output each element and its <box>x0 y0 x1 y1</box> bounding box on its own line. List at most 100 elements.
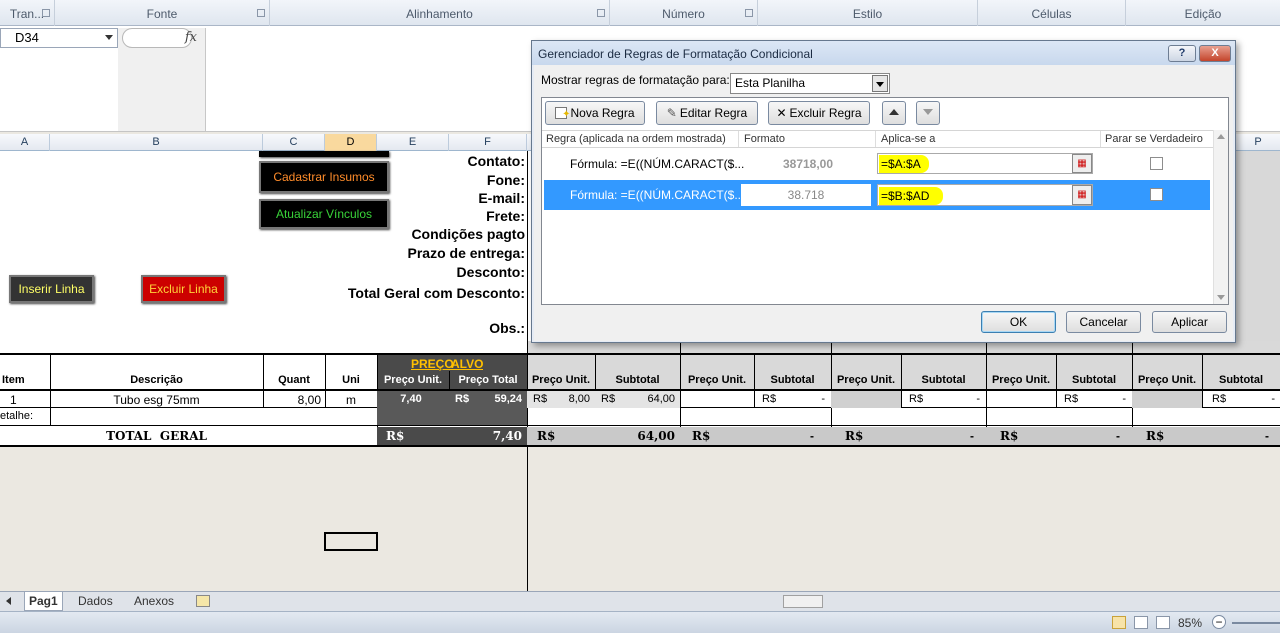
cell-s1-sub[interactable]: 64,00 <box>620 393 675 405</box>
rules-list-frame: ✦ Nova Regra ✎ Editar Regra ✕ Excluir Regra… <box>541 97 1229 305</box>
column-header-p[interactable]: P <box>1236 134 1280 151</box>
scroll-down-icon[interactable] <box>1217 295 1225 300</box>
zoom-slider[interactable] <box>1232 622 1280 624</box>
total-s3-value: - <box>970 429 974 443</box>
th-s1-sub: Subtotal <box>615 374 660 386</box>
show-rules-select[interactable]: Esta Planilha <box>730 73 890 94</box>
dialog-launcher-icon[interactable] <box>597 9 605 17</box>
ribbon-group-edicao: Edição <box>1126 0 1280 26</box>
range-picker-icon[interactable]: ▦ <box>1072 185 1092 205</box>
column-header-c[interactable]: C <box>263 134 325 151</box>
th-s3-sub: Subtotal <box>921 374 966 386</box>
column-header-d[interactable]: D <box>325 134 377 151</box>
alvo-label: ALVO <box>451 357 484 371</box>
edit-rule-label: Editar Regra <box>679 106 748 120</box>
insert-sheet-icon[interactable] <box>196 595 210 607</box>
applies-to-field[interactable]: =$A:$A <box>877 153 1093 174</box>
total-s3-currency: R$ <box>845 429 864 443</box>
name-box[interactable]: D34 <box>0 28 118 48</box>
total-s4-value: - <box>1116 429 1120 443</box>
range-picker-icon[interactable]: ▦ <box>1072 154 1092 173</box>
page-break-icon[interactable] <box>1156 616 1170 629</box>
dialog-launcher-icon[interactable] <box>42 9 50 17</box>
cell-uni[interactable]: m <box>325 393 377 407</box>
cell-s5-sub-currency: R$ <box>1212 393 1227 405</box>
ribbon: Tran... Fonte Alinhamento Número Estilo … <box>0 0 1280 26</box>
cell-item[interactable]: 1 <box>10 393 17 407</box>
new-rule-icon: ✦ <box>555 107 570 120</box>
tab-anexos[interactable]: Anexos <box>130 592 178 611</box>
move-up-button[interactable] <box>882 101 906 125</box>
ribbon-group-label: Fonte <box>146 7 178 21</box>
grid-line <box>901 353 902 408</box>
column-header-e[interactable]: E <box>377 134 449 151</box>
column-header-b[interactable]: B <box>50 134 263 151</box>
stop-if-true-checkbox[interactable] <box>1150 188 1163 201</box>
applies-to-field[interactable]: =$B:$AD <box>877 184 1093 206</box>
scroll-up-icon[interactable] <box>1217 134 1225 139</box>
cell-s5-sub[interactable]: - <box>1250 393 1275 405</box>
chevron-down-icon[interactable] <box>105 35 113 40</box>
ribbon-group-numero: Número <box>610 0 758 26</box>
header-parar: Parar se Verdadeiro <box>1105 133 1203 145</box>
cell-s4-sub[interactable]: - <box>1100 393 1126 405</box>
ribbon-group-label: Células <box>1031 7 1072 21</box>
page-layout-icon[interactable] <box>1134 616 1148 629</box>
tab-pag1[interactable]: Pag1 <box>24 592 63 611</box>
rule-formula: Fórmula: =E((NÚM.CARACT($... <box>570 188 745 202</box>
close-button[interactable]: X <box>1199 45 1231 62</box>
edit-rule-button[interactable]: ✎ Editar Regra <box>656 101 758 125</box>
cell-s3-sub[interactable]: - <box>955 393 980 405</box>
column-header-f[interactable]: F <box>449 134 527 151</box>
rules-scrollbar[interactable] <box>1213 130 1228 304</box>
total-s1-value: 64,00 <box>637 429 675 443</box>
tab-dados[interactable]: Dados <box>74 592 117 611</box>
cell-preco-unit[interactable]: 7,40 <box>377 393 445 405</box>
select-dropdown-button[interactable] <box>872 75 888 92</box>
horizontal-scrollbar[interactable] <box>783 595 823 608</box>
dialog-launcher-icon[interactable] <box>745 9 753 17</box>
formula-controls: fx <box>118 28 206 131</box>
zoom-level[interactable]: 85% <box>1178 616 1202 630</box>
new-rule-button[interactable]: ✦ Nova Regra <box>545 101 645 125</box>
rule-row-selected[interactable]: Fórmula: =E((NÚM.CARACT($... 38.718 =$B:… <box>544 180 1210 210</box>
atualizar-vinculos-button[interactable]: Atualizar Vínculos <box>259 199 389 229</box>
status-bar: 85% − <box>0 611 1280 633</box>
normal-view-icon[interactable] <box>1112 616 1126 629</box>
rule-row[interactable]: Fórmula: =E((NÚM.CARACT($... 38718,00 =$… <box>544 150 1210 178</box>
formula-expand-control[interactable] <box>122 28 192 48</box>
move-down-button[interactable] <box>916 101 940 125</box>
cell-preco-total[interactable]: 59,24 <box>470 393 522 405</box>
apply-button[interactable]: Aplicar <box>1152 311 1227 333</box>
alvo-row-bg <box>377 408 527 425</box>
column-header-a[interactable]: A <box>0 134 50 151</box>
inserir-linha-button[interactable]: Inserir Linha <box>9 275 94 303</box>
stop-if-true-checkbox[interactable] <box>1150 157 1163 170</box>
cadastrar-insumos-button[interactable]: Cadastrar Insumos <box>259 161 389 193</box>
delete-rule-button[interactable]: ✕ Excluir Regra <box>768 101 870 125</box>
cell-quant[interactable]: 8,00 <box>263 393 321 407</box>
label-desconto: Desconto: <box>456 264 525 280</box>
header-divider <box>1100 131 1101 147</box>
total-alvo-currency: R$ <box>386 429 405 443</box>
cell-s1-unit[interactable]: 8,00 <box>550 393 590 405</box>
cancel-button[interactable]: Cancelar <box>1066 311 1141 333</box>
zoom-out-icon[interactable]: − <box>1212 615 1226 629</box>
cell-s3-sub-currency: R$ <box>909 393 924 405</box>
active-cell[interactable] <box>324 532 378 551</box>
header-formato: Formato <box>744 133 785 145</box>
dialog-launcher-icon[interactable] <box>257 9 265 17</box>
excluir-linha-button[interactable]: Excluir Linha <box>141 275 226 303</box>
ribbon-group-transfer: Tran... <box>0 0 55 26</box>
cell-detalhe[interactable]: etalhe: <box>0 410 33 422</box>
cell-descricao[interactable]: Tubo esg 75mm <box>50 393 263 407</box>
help-button[interactable]: ? <box>1168 45 1196 62</box>
prev-sheet-icon[interactable] <box>6 597 11 605</box>
insert-function-icon[interactable]: fx <box>185 30 197 45</box>
grid-line <box>1056 353 1057 408</box>
new-rule-label: Nova Regra <box>570 106 635 120</box>
ok-button[interactable]: OK <box>981 311 1056 333</box>
dialog-title: Gerenciador de Regras de Formatação Cond… <box>532 41 1235 65</box>
th-quant: Quant <box>278 374 310 386</box>
cell-s2-sub[interactable]: - <box>800 393 825 405</box>
